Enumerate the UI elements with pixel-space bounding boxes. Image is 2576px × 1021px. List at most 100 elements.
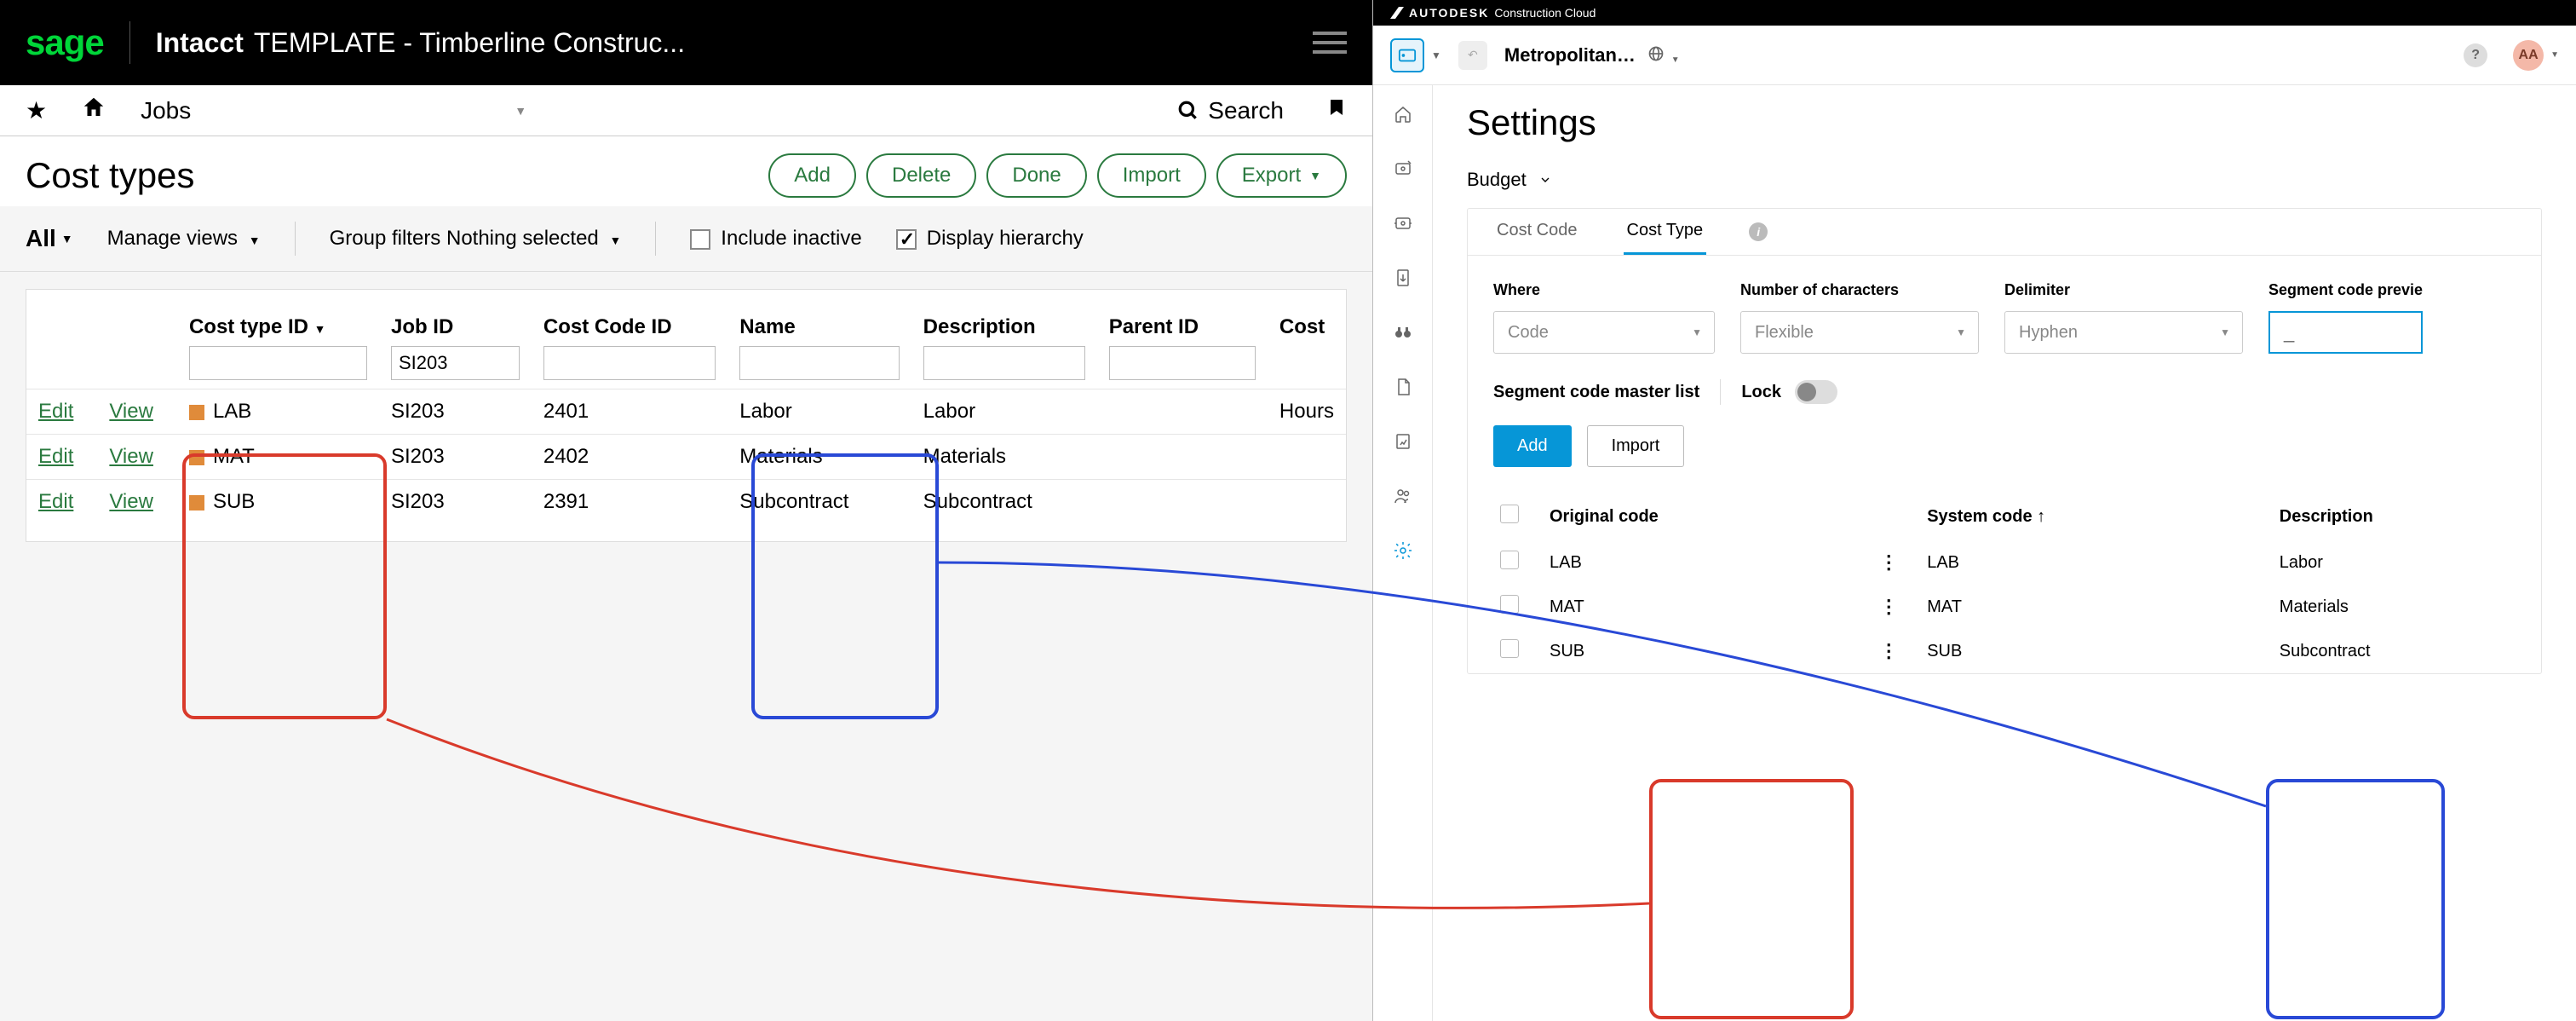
help-icon[interactable]: ? xyxy=(2464,43,2487,67)
col-name[interactable]: Name xyxy=(727,307,911,389)
document-icon[interactable] xyxy=(1388,372,1418,402)
project-name[interactable]: Metropolitan… xyxy=(1504,44,1636,66)
cell-cost-type-id: SUB xyxy=(177,480,379,525)
star-icon[interactable]: ★ xyxy=(26,96,47,124)
settings-icon[interactable] xyxy=(1388,535,1418,566)
module-dropdown[interactable]: Jobs xyxy=(141,97,191,124)
filter-cost-type-id[interactable] xyxy=(189,346,367,380)
home-icon[interactable] xyxy=(81,95,106,126)
import-button[interactable]: Import xyxy=(1587,425,1685,467)
cell-cost-type-id: MAT xyxy=(177,435,379,480)
acc-brand-bar: AUTODESK Construction Cloud xyxy=(1373,0,2576,26)
cell-parent-id xyxy=(1097,480,1268,525)
chevron-down-icon[interactable]: ▼ xyxy=(515,104,526,118)
col-description[interactable]: Description xyxy=(911,307,1097,389)
filter-cost-code-id[interactable] xyxy=(543,346,716,380)
globe-icon[interactable]: ▼ xyxy=(1647,45,1680,65)
col-system-code[interactable]: System code ↑ xyxy=(1912,493,2264,540)
import-button[interactable]: Import xyxy=(1097,153,1206,198)
view-all-dropdown[interactable]: All▼ xyxy=(26,225,73,252)
cell-system-code: LAB xyxy=(1912,540,2264,585)
sage-header: sage Intacct TEMPLATE - Timberline Const… xyxy=(0,0,1372,85)
bookmark-icon[interactable] xyxy=(1326,95,1347,125)
view-link[interactable]: View xyxy=(109,445,153,468)
row-menu-icon[interactable]: ⋮ xyxy=(1879,551,1896,573)
lock-label: Lock xyxy=(1741,383,1781,402)
chevron-down-icon[interactable]: ▼ xyxy=(2550,50,2559,60)
col-cost-type-id[interactable]: Cost type ID ▼ xyxy=(177,307,379,389)
col-parent-id[interactable]: Parent ID xyxy=(1097,307,1268,389)
filter-name[interactable] xyxy=(739,346,899,380)
edit-link[interactable]: Edit xyxy=(38,445,73,468)
tab-cost-type[interactable]: Cost Type xyxy=(1624,209,1707,255)
cell-cost: Hours xyxy=(1268,389,1346,435)
include-inactive-checkbox[interactable]: Include inactive xyxy=(690,227,861,251)
col-job-id[interactable]: Job ID xyxy=(379,307,532,389)
autodesk-logo: AUTODESK xyxy=(1409,6,1489,20)
col-cost[interactable]: Cost xyxy=(1268,307,1346,389)
search-button[interactable]: Search xyxy=(1177,97,1284,124)
delete-button[interactable]: Delete xyxy=(866,153,976,198)
budget-icon[interactable] xyxy=(1388,153,1418,184)
filter-job-id[interactable] xyxy=(391,346,520,380)
edit-link[interactable]: Edit xyxy=(38,490,73,513)
manage-views-dropdown[interactable]: Manage views ▼ xyxy=(107,227,261,251)
filter-description[interactable] xyxy=(923,346,1085,380)
add-button[interactable]: Add xyxy=(768,153,856,198)
cell-description: Materials xyxy=(2264,585,2558,629)
edit-link[interactable]: Edit xyxy=(38,400,73,423)
table-row: SUB⋮SUBSubcontract xyxy=(1485,629,2558,673)
lock-toggle[interactable] xyxy=(1795,380,1837,404)
filter-parent-id[interactable] xyxy=(1109,346,1256,380)
row-menu-icon[interactable]: ⋮ xyxy=(1879,640,1896,661)
binoculars-icon[interactable] xyxy=(1388,317,1418,348)
reports-icon[interactable] xyxy=(1388,426,1418,457)
contract-icon[interactable] xyxy=(1388,208,1418,239)
display-hierarchy-checkbox[interactable]: Display hierarchy xyxy=(896,227,1084,251)
num-chars-label: Number of characters xyxy=(1740,281,1979,299)
segment-master-table: Original code System code ↑ Description … xyxy=(1485,493,2558,673)
where-select[interactable]: Code▼ xyxy=(1493,311,1715,354)
row-menu-icon[interactable]: ⋮ xyxy=(1879,596,1896,617)
col-cost-code-id[interactable]: Cost Code ID xyxy=(532,307,727,389)
cell-system-code: SUB xyxy=(1912,629,2264,673)
cell-name: Labor xyxy=(727,389,911,435)
back-button[interactable]: ↶ xyxy=(1458,41,1487,70)
home-icon[interactable] xyxy=(1388,99,1418,130)
cell-job-id: SI203 xyxy=(379,389,532,435)
members-icon[interactable] xyxy=(1388,481,1418,511)
row-checkbox[interactable] xyxy=(1500,551,1519,569)
cost-types-grid: Cost type ID ▼ Job ID Cost Code ID Name … xyxy=(0,272,1372,1021)
filter-bar: All▼ Manage views ▼ Group filters Nothin… xyxy=(0,206,1372,272)
cell-cost xyxy=(1268,435,1346,480)
section-dropdown[interactable]: Budget xyxy=(1467,169,2542,191)
col-original-code[interactable]: Original code xyxy=(1534,493,1864,540)
num-chars-select[interactable]: Flexible▼ xyxy=(1740,311,1979,354)
tab-cost-code[interactable]: Cost Code xyxy=(1493,209,1581,255)
change-order-icon[interactable] xyxy=(1388,262,1418,293)
view-link[interactable]: View xyxy=(109,400,153,423)
info-icon[interactable]: i xyxy=(1749,222,1768,241)
select-all-checkbox[interactable] xyxy=(1500,505,1519,523)
group-filters-dropdown[interactable]: Group filters Nothing selected ▼ xyxy=(330,227,622,251)
acc-main: Settings Budget Cost Code Cost Type i Wh… xyxy=(1433,85,2576,1021)
export-button[interactable]: Export▼ xyxy=(1216,153,1347,198)
page-title: Cost types xyxy=(26,155,194,196)
add-button[interactable]: Add xyxy=(1493,425,1572,467)
cell-original-code: LAB xyxy=(1534,540,1864,585)
avatar[interactable]: AA xyxy=(2513,40,2544,71)
row-checkbox[interactable] xyxy=(1500,639,1519,658)
delimiter-select[interactable]: Hyphen▼ xyxy=(2004,311,2243,354)
cell-cost-code-id: 2401 xyxy=(532,389,727,435)
master-list-label: Segment code master list xyxy=(1493,383,1699,402)
chevron-down-icon[interactable]: ▼ xyxy=(1431,49,1441,61)
view-link[interactable]: View xyxy=(109,490,153,513)
done-button[interactable]: Done xyxy=(986,153,1086,198)
hamburger-icon[interactable] xyxy=(1313,26,1347,60)
autodesk-icon xyxy=(1390,7,1404,19)
col-description[interactable]: Description xyxy=(2264,493,2558,540)
product-switcher-icon[interactable] xyxy=(1390,38,1424,72)
acc-nav-rail xyxy=(1373,85,1433,1021)
row-checkbox[interactable] xyxy=(1500,595,1519,614)
table-row: EditViewLABSI2032401LaborLaborHours xyxy=(26,389,1346,435)
